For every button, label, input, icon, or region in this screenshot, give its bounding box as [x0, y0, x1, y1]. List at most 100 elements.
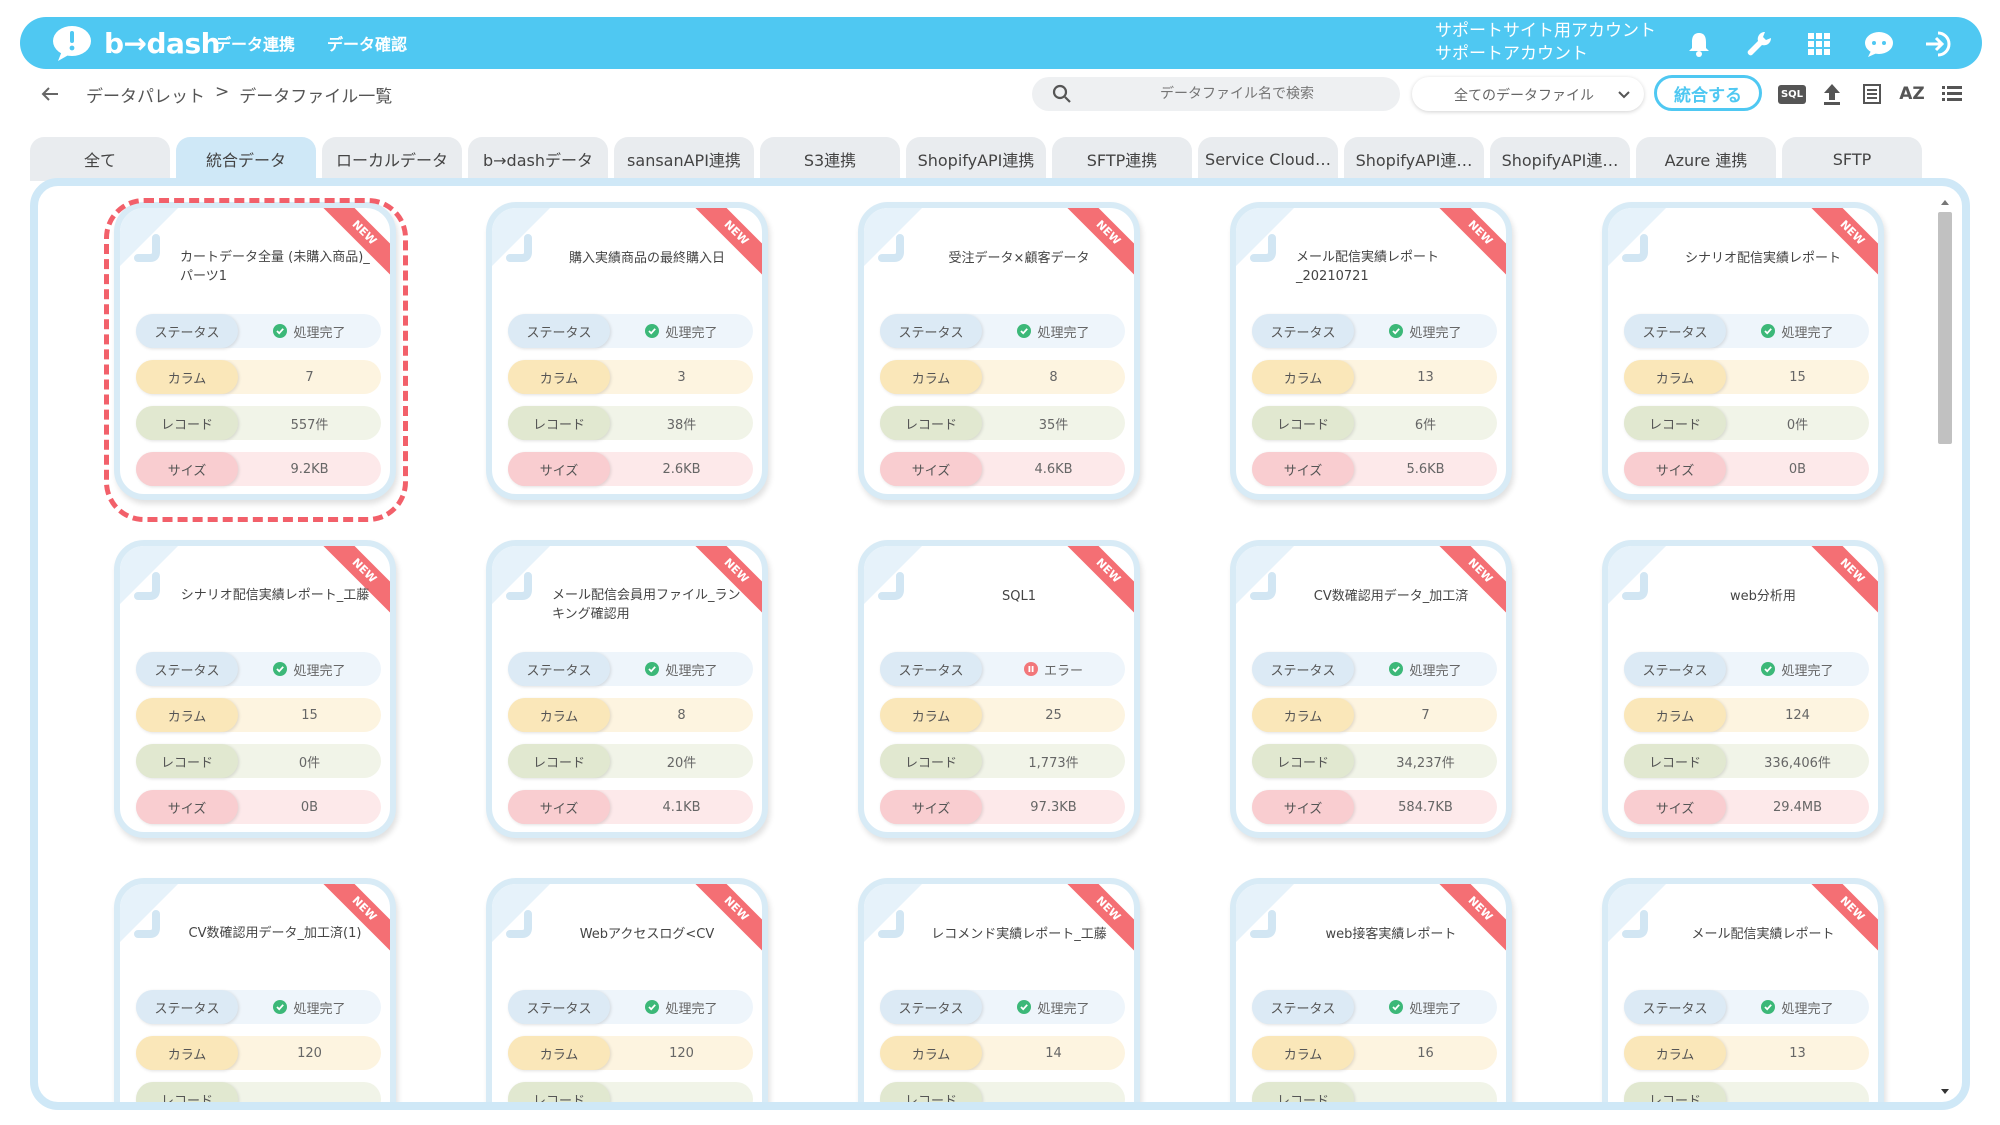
card-title: SQL1 — [1002, 588, 1036, 604]
records-row: レコード 20件 — [508, 744, 753, 778]
vertical-scrollbar[interactable] — [1936, 194, 1954, 1094]
nav-data-check[interactable]: データ確認 — [327, 31, 407, 55]
data-file-card[interactable]: NEW CV数確認用データ_加工済(1) ステータス 処理完了 カラム 120 … — [114, 878, 396, 1102]
document-list-icon[interactable] — [1856, 78, 1888, 110]
data-file-card[interactable]: NEW 購入実績商品の最終購入日 ステータス 処理完了 カラム 3 レコード 3… — [486, 202, 768, 500]
size-value: 2.6KB — [662, 461, 701, 477]
card-title: シナリオ配信実績レポート — [1684, 250, 1841, 266]
scroll-up-arrow-icon[interactable] — [1939, 194, 1951, 206]
new-badge: NEW — [1801, 546, 1878, 622]
columns-value: 124 — [1785, 707, 1810, 723]
tab-5[interactable]: S3連携 — [760, 137, 900, 181]
list-view-icon[interactable] — [1936, 78, 1968, 110]
status-value: 処理完了 — [982, 998, 1125, 1017]
data-file-card[interactable]: NEW レコメンド実績レポート_工藤 ステータス 処理完了 カラム 14 レコー… — [858, 878, 1140, 1102]
merge-button[interactable]: 統合する — [1654, 75, 1762, 111]
status-value: 処理完了 — [238, 660, 381, 679]
data-file-card[interactable]: NEW メール配信実績レポート_20210721 ステータス 処理完了 カラム … — [1230, 202, 1512, 500]
status-text: 処理完了 — [665, 325, 718, 341]
file-corner-icon — [1236, 884, 1294, 942]
check-circle-icon — [645, 1000, 660, 1014]
data-file-card[interactable]: NEW web分析用 ステータス 処理完了 カラム 124 レコード 336,4… — [1602, 540, 1884, 838]
status-row: ステータス 処理完了 — [1252, 652, 1497, 686]
tab-9[interactable]: ShopifyAPI連… — [1344, 137, 1484, 181]
status-row: ステータス 処理完了 — [880, 314, 1125, 348]
size-key: サイズ — [880, 790, 982, 824]
status-key: ステータス — [136, 652, 238, 686]
sql-icon[interactable]: SQL — [1776, 78, 1808, 110]
scroll-down-arrow-icon[interactable] — [1939, 1082, 1951, 1094]
data-file-card[interactable]: NEW シナリオ配信実績レポート ステータス 処理完了 カラム 15 レコード … — [1602, 202, 1884, 500]
tab-1[interactable]: 統合データ — [176, 137, 316, 181]
nav-data-integration[interactable]: データ連携 — [215, 31, 295, 55]
tab-4[interactable]: sansanAPI連携 — [614, 137, 754, 181]
columns-key: カラム — [1252, 698, 1354, 732]
breadcrumb-data-palette[interactable]: データパレット — [86, 82, 205, 107]
file-corner-icon — [1236, 546, 1294, 604]
tab-6[interactable]: ShopifyAPI連携 — [906, 137, 1046, 181]
card-title: メール配信会員用ファイル_ランキング確認用 — [552, 588, 741, 622]
app-logo[interactable]: b→dash — [50, 23, 221, 63]
tab-3[interactable]: b→dashデータ — [468, 137, 608, 181]
search-input[interactable] — [1092, 81, 1382, 107]
data-file-card[interactable]: NEW メール配信会員用ファイル_ランキング確認用 ステータス 処理完了 カラム… — [486, 540, 768, 838]
check-circle-icon — [1389, 1000, 1404, 1014]
data-file-card[interactable]: NEW 受注データ×顧客データ ステータス 処理完了 カラム 8 レコード 35… — [858, 202, 1140, 500]
status-key: ステータス — [508, 990, 610, 1024]
status-key: ステータス — [1252, 652, 1354, 686]
wrench-icon[interactable] — [1742, 27, 1776, 61]
scroll-thumb[interactable] — [1938, 212, 1952, 444]
status-row: ステータス 処理完了 — [508, 652, 753, 686]
size-row: サイズ 4.6KB — [880, 452, 1125, 486]
tab-0[interactable]: 全て — [30, 137, 170, 181]
top-bar: b→dash データ連携 データ確認 サポートサイト用アカウント サポートアカウ… — [20, 17, 1982, 69]
logout-icon[interactable] — [1922, 27, 1956, 61]
tab-12[interactable]: SFTP — [1782, 137, 1922, 181]
columns-key: カラム — [1624, 1036, 1726, 1070]
upload-icon[interactable] — [1816, 78, 1848, 110]
chat-support-icon[interactable] — [1862, 27, 1896, 61]
account-info[interactable]: サポートサイト用アカウント サポートアカウント — [1435, 20, 1656, 66]
data-file-card[interactable]: NEW web接客実績レポート ステータス 処理完了 カラム 16 レコード サ… — [1230, 878, 1512, 1102]
data-file-card[interactable]: NEW メール配信実績レポート ステータス 処理完了 カラム 13 レコード サ… — [1602, 878, 1884, 1102]
size-row: サイズ 0B — [1624, 452, 1869, 486]
data-file-card[interactable]: NEW CV数確認用データ_加工済 ステータス 処理完了 カラム 7 レコード … — [1230, 540, 1512, 838]
new-badge: NEW — [1057, 884, 1134, 960]
columns-row: カラム 7 — [1252, 698, 1497, 732]
records-key: レコード — [880, 1082, 982, 1102]
status-value: 処理完了 — [1726, 660, 1869, 679]
records-row: レコード — [508, 1082, 753, 1102]
status-text: 処理完了 — [1409, 663, 1462, 679]
records-row: レコード 38件 — [508, 406, 753, 440]
data-file-card[interactable]: NEW シナリオ配信実績レポート_工藤 ステータス 処理完了 カラム 15 レコ… — [114, 540, 396, 838]
back-arrow-icon[interactable] — [38, 82, 62, 106]
bell-icon[interactable] — [1682, 27, 1716, 61]
records-row: レコード 35件 — [880, 406, 1125, 440]
tab-10[interactable]: ShopifyAPI連… — [1490, 137, 1630, 181]
columns-value: 120 — [669, 1045, 694, 1061]
status-row: ステータス 処理完了 — [1624, 990, 1869, 1024]
records-key: レコード — [1252, 1082, 1354, 1102]
status-row: ステータス 処理完了 — [1624, 652, 1869, 686]
file-corner-icon — [1608, 546, 1666, 604]
file-corner-icon — [864, 884, 922, 942]
columns-key: カラム — [1252, 1036, 1354, 1070]
tab-2[interactable]: ローカルデータ — [322, 137, 462, 181]
account-name: サポートアカウント — [1435, 44, 1588, 64]
tab-8[interactable]: Service Cloud… — [1198, 137, 1338, 181]
data-file-card[interactable]: NEW Webアクセスログ<CV ステータス 処理完了 カラム 120 レコード… — [486, 878, 768, 1102]
card-title: メール配信実績レポート — [1691, 926, 1835, 942]
size-key: サイズ — [508, 452, 610, 486]
sort-az-icon[interactable]: AZ — [1896, 78, 1928, 110]
records-row: レコード — [136, 1082, 381, 1102]
records-value: 35件 — [1038, 417, 1069, 433]
file-filter-select[interactable]: 全てのデータファイル — [1412, 77, 1644, 111]
data-file-card[interactable]: NEW SQL1 ステータス エラー カラム 25 レコード 1,773件 サイ… — [858, 540, 1140, 838]
columns-key: カラム — [508, 1036, 610, 1070]
size-row: サイズ 5.6KB — [1252, 452, 1497, 486]
tab-11[interactable]: Azure 連携 — [1636, 137, 1776, 181]
file-corner-icon — [492, 546, 550, 604]
grid-apps-icon[interactable] — [1802, 27, 1836, 61]
status-key: ステータス — [508, 652, 610, 686]
tab-7[interactable]: SFTP連携 — [1052, 137, 1192, 181]
